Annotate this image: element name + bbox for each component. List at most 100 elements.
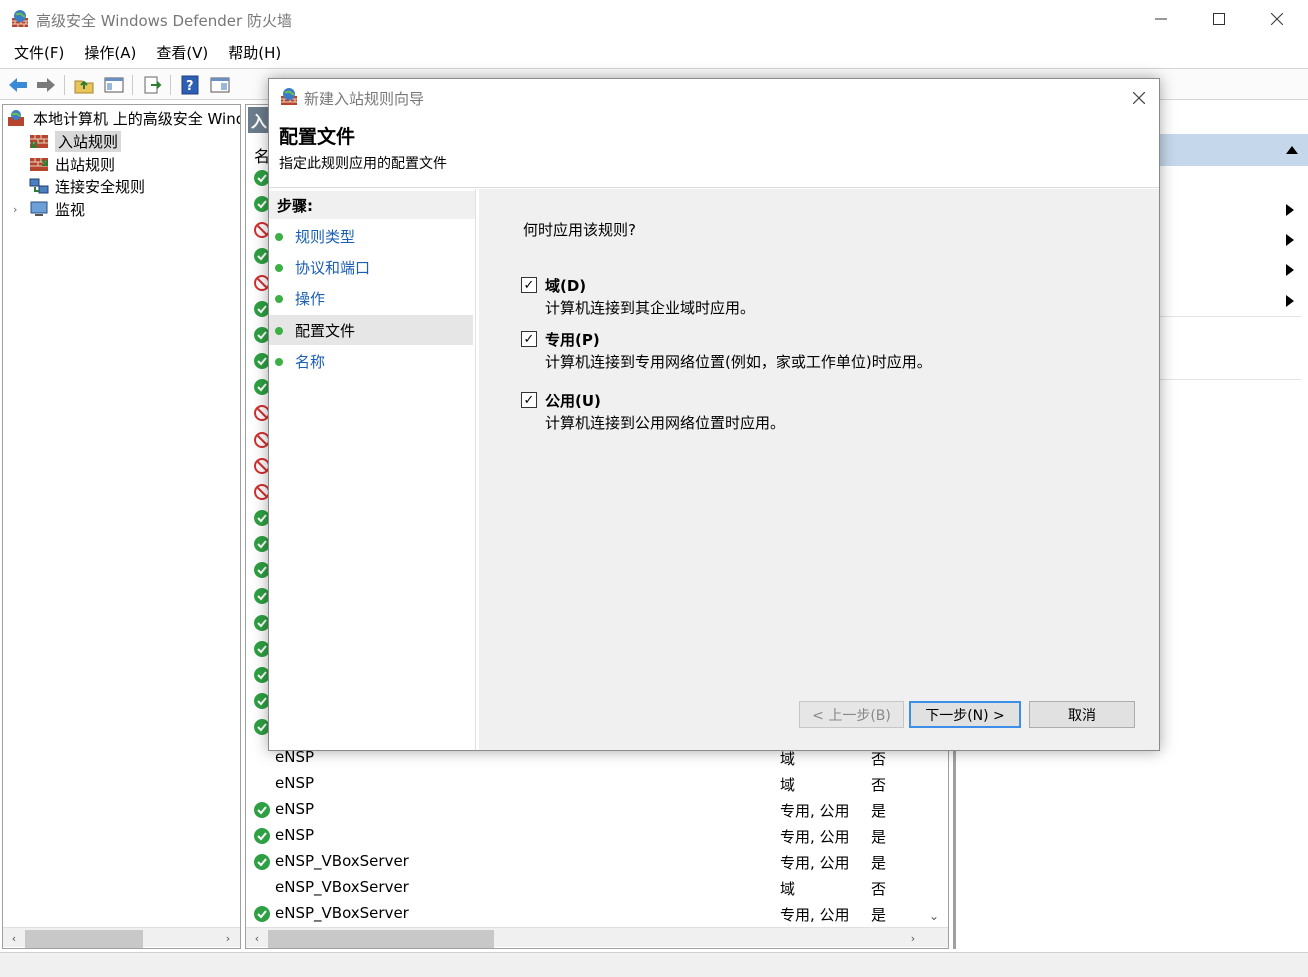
step-label: 协议和端口 xyxy=(295,259,371,277)
close-window-button[interactable] xyxy=(1248,0,1306,38)
firewall-icon xyxy=(8,110,24,126)
domain-label[interactable]: 域(D) xyxy=(545,275,586,296)
rule-enabled: 是 xyxy=(871,828,887,846)
back-button[interactable]: < 上一步(B) xyxy=(799,701,904,728)
checkmark-icon: ✓ xyxy=(523,277,535,293)
step-rule-type[interactable]: 规则类型 xyxy=(269,221,473,251)
wizard-steps-panel: 步骤: 规则类型 协议和端口 操作 配置文件 名称 xyxy=(269,189,476,750)
step-label: 名称 xyxy=(295,353,326,371)
table-row[interactable]: eNSP 专用, 公用 是 xyxy=(246,797,926,823)
expand-chevron-icon[interactable]: › xyxy=(13,203,25,216)
menu-help[interactable]: 帮助(H) xyxy=(218,42,291,63)
checkmark-icon: ✓ xyxy=(523,331,535,347)
list-horizontal-scrollbar[interactable]: ‹ › xyxy=(246,927,948,948)
profile-question: 何时应用该规则? xyxy=(523,221,636,239)
pane-header-tab: 入 xyxy=(248,107,270,133)
dialog-close-button[interactable] xyxy=(1127,87,1151,109)
public-checkbox[interactable]: ✓ xyxy=(521,392,537,408)
new-inbound-rule-wizard: 新建入站规则向导 配置文件 指定此规则应用的配置文件 步骤: 规则类型 协议和端… xyxy=(268,78,1160,751)
step-label: 配置文件 xyxy=(295,322,356,340)
tree-item-label: 出站规则 xyxy=(55,155,116,174)
up-folder-button[interactable] xyxy=(72,73,96,97)
rule-enabled: 是 xyxy=(871,906,887,924)
status-bar xyxy=(0,952,1308,977)
rule-enabled: 是 xyxy=(871,854,887,872)
rule-profile: 专用, 公用 xyxy=(780,906,850,924)
submenu-arrow-icon[interactable] xyxy=(1286,204,1294,216)
scroll-left-icon[interactable]: ‹ xyxy=(248,928,266,948)
tree-item-monitoring[interactable]: › 监视 xyxy=(13,198,85,220)
step-bullet-icon xyxy=(275,358,283,366)
next-button[interactable]: 下一步(N) > xyxy=(909,701,1021,728)
maximize-button[interactable] xyxy=(1190,0,1248,38)
rule-name: eNSP_VBoxServer xyxy=(275,852,409,870)
outbound-rules-icon xyxy=(30,158,48,171)
step-action[interactable]: 操作 xyxy=(269,283,473,313)
tree-item-inbound-rules[interactable]: 入站规则 xyxy=(29,130,122,152)
menu-action[interactable]: 操作(A) xyxy=(74,42,146,63)
table-row[interactable]: eNSP_VBoxServer 域 否 xyxy=(246,875,926,901)
rule-profile: 专用, 公用 xyxy=(780,828,850,846)
tree-horizontal-scrollbar[interactable]: ‹ › xyxy=(3,927,240,948)
dialog-title-bar: 新建入站规则向导 xyxy=(269,79,1159,115)
rule-name: eNSP xyxy=(275,800,315,818)
forward-button[interactable] xyxy=(34,73,58,97)
divider xyxy=(269,187,1159,188)
public-description: 计算机连接到公用网络位置时应用。 xyxy=(545,414,786,432)
minimize-button[interactable] xyxy=(1132,0,1190,38)
step-name[interactable]: 名称 xyxy=(269,346,473,376)
cancel-button[interactable]: 取消 xyxy=(1029,701,1135,728)
private-description: 计算机连接到专用网络位置(例如，家或工作单位)时应用。 xyxy=(545,353,932,371)
step-bullet-icon xyxy=(275,327,283,335)
toolbar-separator xyxy=(132,75,133,95)
table-row[interactable]: eNSP 专用, 公用 是 xyxy=(246,823,926,849)
submenu-arrow-icon[interactable] xyxy=(1286,264,1294,276)
public-label[interactable]: 公用(U) xyxy=(545,390,601,411)
help-icon: ? xyxy=(181,75,199,95)
scroll-left-icon[interactable]: ‹ xyxy=(5,928,23,948)
scroll-thumb[interactable] xyxy=(268,930,494,948)
tree-item-outbound-rules[interactable]: 出站规则 xyxy=(29,153,115,175)
step-protocol-ports[interactable]: 协议和端口 xyxy=(269,252,473,282)
show-tree-button[interactable] xyxy=(102,73,126,97)
scroll-right-icon[interactable]: › xyxy=(904,928,922,948)
tree-root[interactable]: 本地计算机 上的高级安全 Windo xyxy=(7,107,240,129)
properties-window-icon xyxy=(210,77,230,93)
submenu-arrow-icon[interactable] xyxy=(1286,234,1294,246)
console-tree-pane: 本地计算机 上的高级安全 Windo 入站规则 出站规则 连接安全规则 › 监视… xyxy=(2,104,241,949)
scroll-thumb[interactable] xyxy=(25,930,143,948)
scroll-right-icon[interactable]: › xyxy=(219,928,237,948)
forward-arrow-icon xyxy=(37,78,55,92)
menu-view[interactable]: 查看(V) xyxy=(146,42,218,63)
table-row[interactable]: eNSP_VBoxServer 专用, 公用 是 xyxy=(246,849,926,875)
step-bullet-icon xyxy=(275,295,283,303)
menu-file[interactable]: 文件(F) xyxy=(4,42,74,63)
scroll-down-icon[interactable]: ⌄ xyxy=(929,909,939,923)
rule-profile: 域 xyxy=(780,880,796,898)
properties-button[interactable] xyxy=(208,73,232,97)
domain-checkbox[interactable]: ✓ xyxy=(521,277,537,293)
private-label[interactable]: 专用(P) xyxy=(545,329,600,350)
step-profile[interactable]: 配置文件 xyxy=(269,315,473,345)
submenu-arrow-icon[interactable] xyxy=(1286,295,1294,307)
title-bar: 高级安全 Windows Defender 防火墙 xyxy=(0,0,1308,38)
table-row[interactable]: eNSP_VBoxServer 专用, 公用 是 xyxy=(246,901,926,927)
step-label: 操作 xyxy=(295,290,326,308)
back-button[interactable] xyxy=(6,73,30,97)
table-row[interactable]: eNSP 域 否 xyxy=(246,771,926,797)
allow-check-icon xyxy=(254,854,270,870)
domain-description: 计算机连接到其企业域时应用。 xyxy=(545,299,756,317)
private-checkbox[interactable]: ✓ xyxy=(521,331,537,347)
tree-item-connection-security-rules[interactable]: 连接安全规则 xyxy=(29,175,145,197)
folder-up-icon xyxy=(74,80,94,94)
export-list-button[interactable] xyxy=(140,73,164,97)
help-button[interactable]: ? xyxy=(178,73,202,97)
wizard-content: 何时应用该规则? ✓ 域(D) 计算机连接到其企业域时应用。 ✓ 专用(P) 计… xyxy=(479,189,1159,750)
collapse-up-icon[interactable] xyxy=(1286,146,1298,154)
allow-check-icon xyxy=(254,906,270,922)
page-title: 配置文件 xyxy=(279,126,356,148)
rule-name: eNSP_VBoxServer xyxy=(275,878,409,896)
inbound-rules-icon xyxy=(30,135,48,148)
rule-profile: 域 xyxy=(780,776,796,794)
steps-header-label: 步骤: xyxy=(277,197,313,215)
